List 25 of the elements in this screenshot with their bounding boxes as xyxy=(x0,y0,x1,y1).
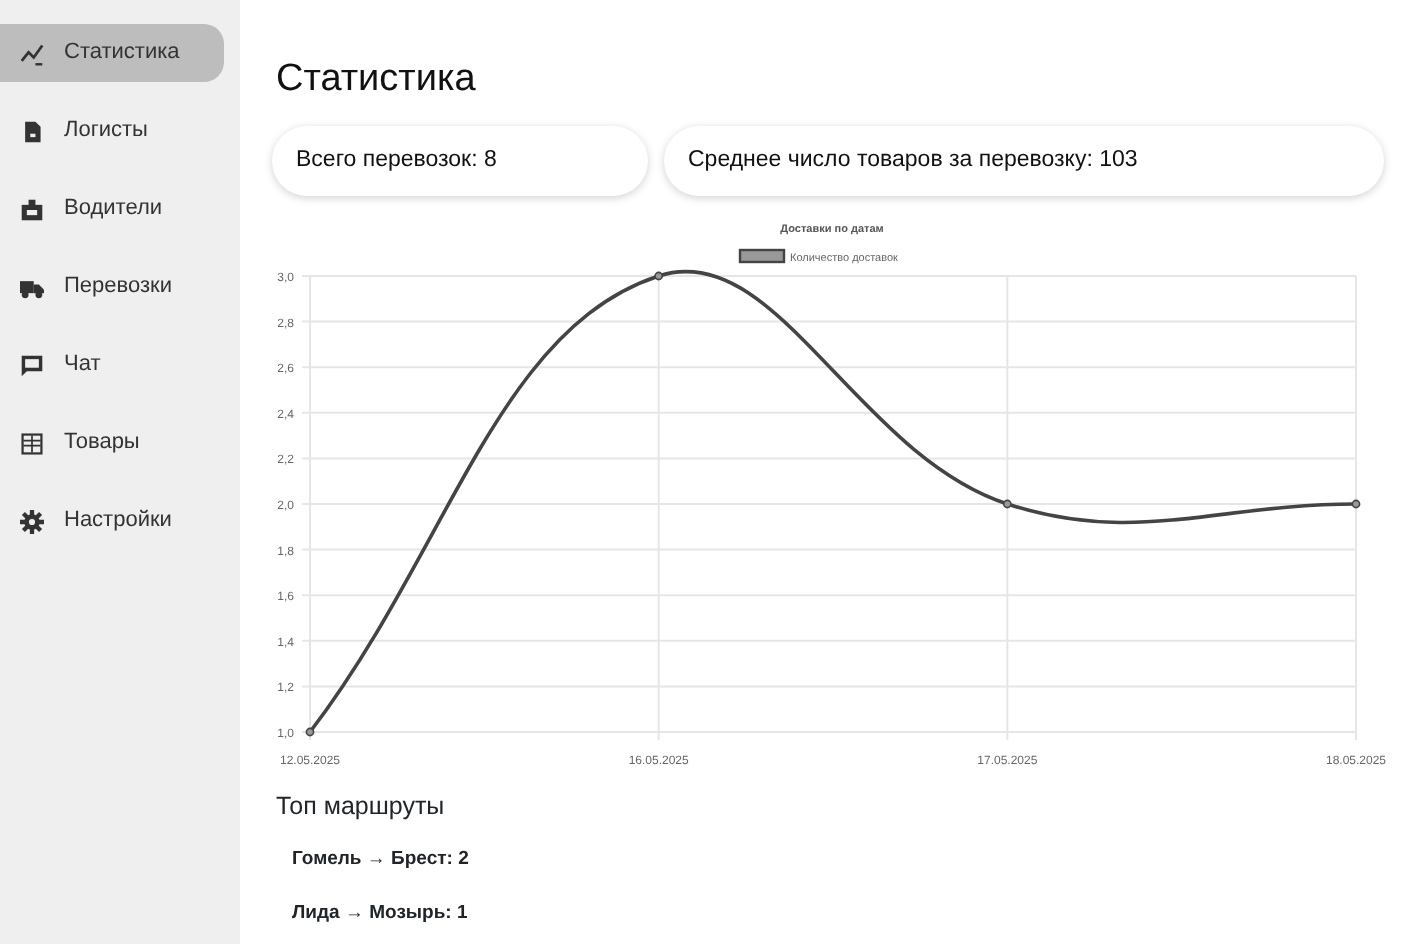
sidebar-item[interactable]: Логисты xyxy=(0,102,224,160)
route-item: Лида → Мозырь: 1 xyxy=(292,899,470,928)
sidebar-item[interactable]: Товары xyxy=(0,414,224,472)
sidebar-item[interactable]: Водители xyxy=(0,180,224,238)
data-point xyxy=(1351,499,1361,508)
document-icon xyxy=(20,119,44,143)
data-point xyxy=(305,727,315,736)
data-point xyxy=(1002,499,1012,508)
section-heading: Топ маршруты xyxy=(276,789,447,824)
legend-swatch xyxy=(738,248,786,263)
stat-card: Среднее число товаров за перевозку: 103 xyxy=(664,125,1384,196)
chat-icon xyxy=(20,353,44,377)
route-item: Гомель → Брест: 2 xyxy=(292,845,471,873)
stat-card: Всего перевозок: 8 xyxy=(272,125,648,196)
settings-icon xyxy=(20,509,44,533)
sidebar-item[interactable]: Чат xyxy=(0,336,224,394)
sidebar-item[interactable]: Статистика xyxy=(0,24,224,82)
sidebar-item[interactable]: Настройки xyxy=(0,492,224,550)
table-icon xyxy=(20,431,44,455)
sidebar-item[interactable]: Перевозки xyxy=(0,258,224,316)
truck-icon xyxy=(20,275,44,299)
page-title: Статистика xyxy=(276,56,478,104)
briefcase-icon xyxy=(20,197,44,221)
data-point xyxy=(654,271,664,280)
chart-icon xyxy=(20,41,44,65)
